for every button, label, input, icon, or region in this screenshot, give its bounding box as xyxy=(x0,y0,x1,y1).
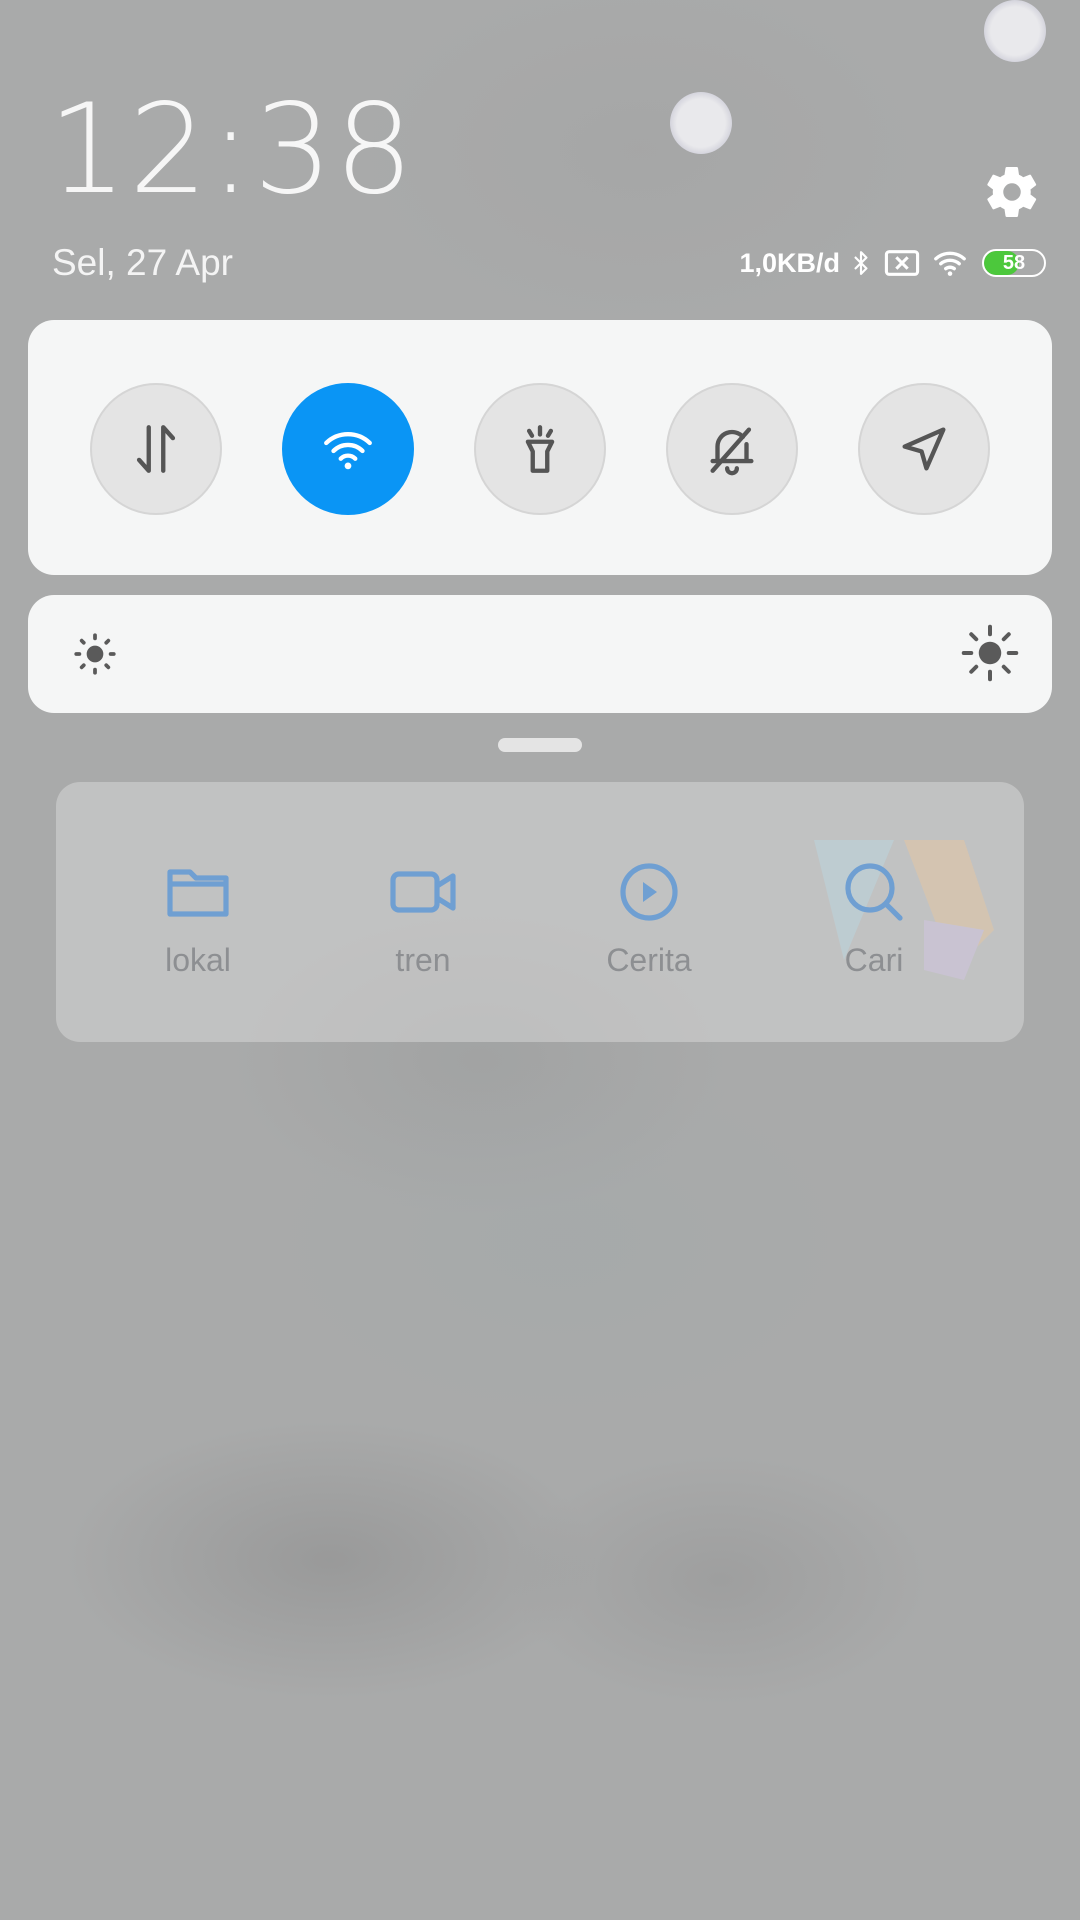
toggle-mobile-data[interactable] xyxy=(90,383,222,515)
sun-small-icon xyxy=(74,633,116,675)
status-bar: 1,0KB/d 58 xyxy=(739,246,1046,280)
toggle-wifi[interactable] xyxy=(282,383,414,515)
sun-large-icon xyxy=(961,624,1019,682)
network-speed: 1,0KB/d xyxy=(739,247,840,278)
shortcut-cerita[interactable]: Cerita xyxy=(549,860,749,979)
search-icon xyxy=(845,863,903,921)
data-transfer-icon xyxy=(136,425,176,473)
panel-drag-handle[interactable] xyxy=(498,738,582,752)
shortcut-cari[interactable]: Cari xyxy=(774,860,974,979)
shortcut-label: lokal xyxy=(165,942,231,978)
video-camera-icon xyxy=(390,871,456,913)
touch-indicator xyxy=(670,92,732,154)
folder-icon xyxy=(167,869,229,917)
app-widget: lokal tren Cerita Cari xyxy=(56,782,1024,1042)
toggle-silent[interactable] xyxy=(666,383,798,515)
shortcut-label: Cerita xyxy=(606,942,692,978)
no-sim-icon xyxy=(884,250,920,276)
shortcut-tren[interactable]: tren xyxy=(323,860,523,979)
bluetooth-icon xyxy=(854,251,868,275)
touch-indicator xyxy=(984,0,1046,62)
quick-toggles-panel xyxy=(28,320,1052,575)
shortcut-label: tren xyxy=(395,942,451,978)
toggle-flashlight[interactable] xyxy=(474,383,606,515)
settings-button[interactable] xyxy=(982,162,1042,222)
wifi-icon xyxy=(324,432,372,470)
battery-level: 58 xyxy=(1002,251,1026,274)
flashlight-icon xyxy=(525,425,555,473)
wifi-icon xyxy=(934,251,966,276)
battery-icon: 58 xyxy=(982,249,1046,277)
shortcut-lokal[interactable]: lokal xyxy=(98,860,298,979)
bell-off-icon xyxy=(710,427,754,476)
clock[interactable]: 12:38 xyxy=(48,88,415,212)
location-arrow-icon xyxy=(902,427,946,471)
date[interactable]: Sel, 27 Apr xyxy=(52,242,233,284)
gear-icon xyxy=(987,166,1037,218)
brightness-slider[interactable] xyxy=(28,595,1052,713)
play-circle-icon xyxy=(620,863,678,921)
shortcut-label: Cari xyxy=(844,942,904,978)
toggle-location[interactable] xyxy=(858,383,990,515)
